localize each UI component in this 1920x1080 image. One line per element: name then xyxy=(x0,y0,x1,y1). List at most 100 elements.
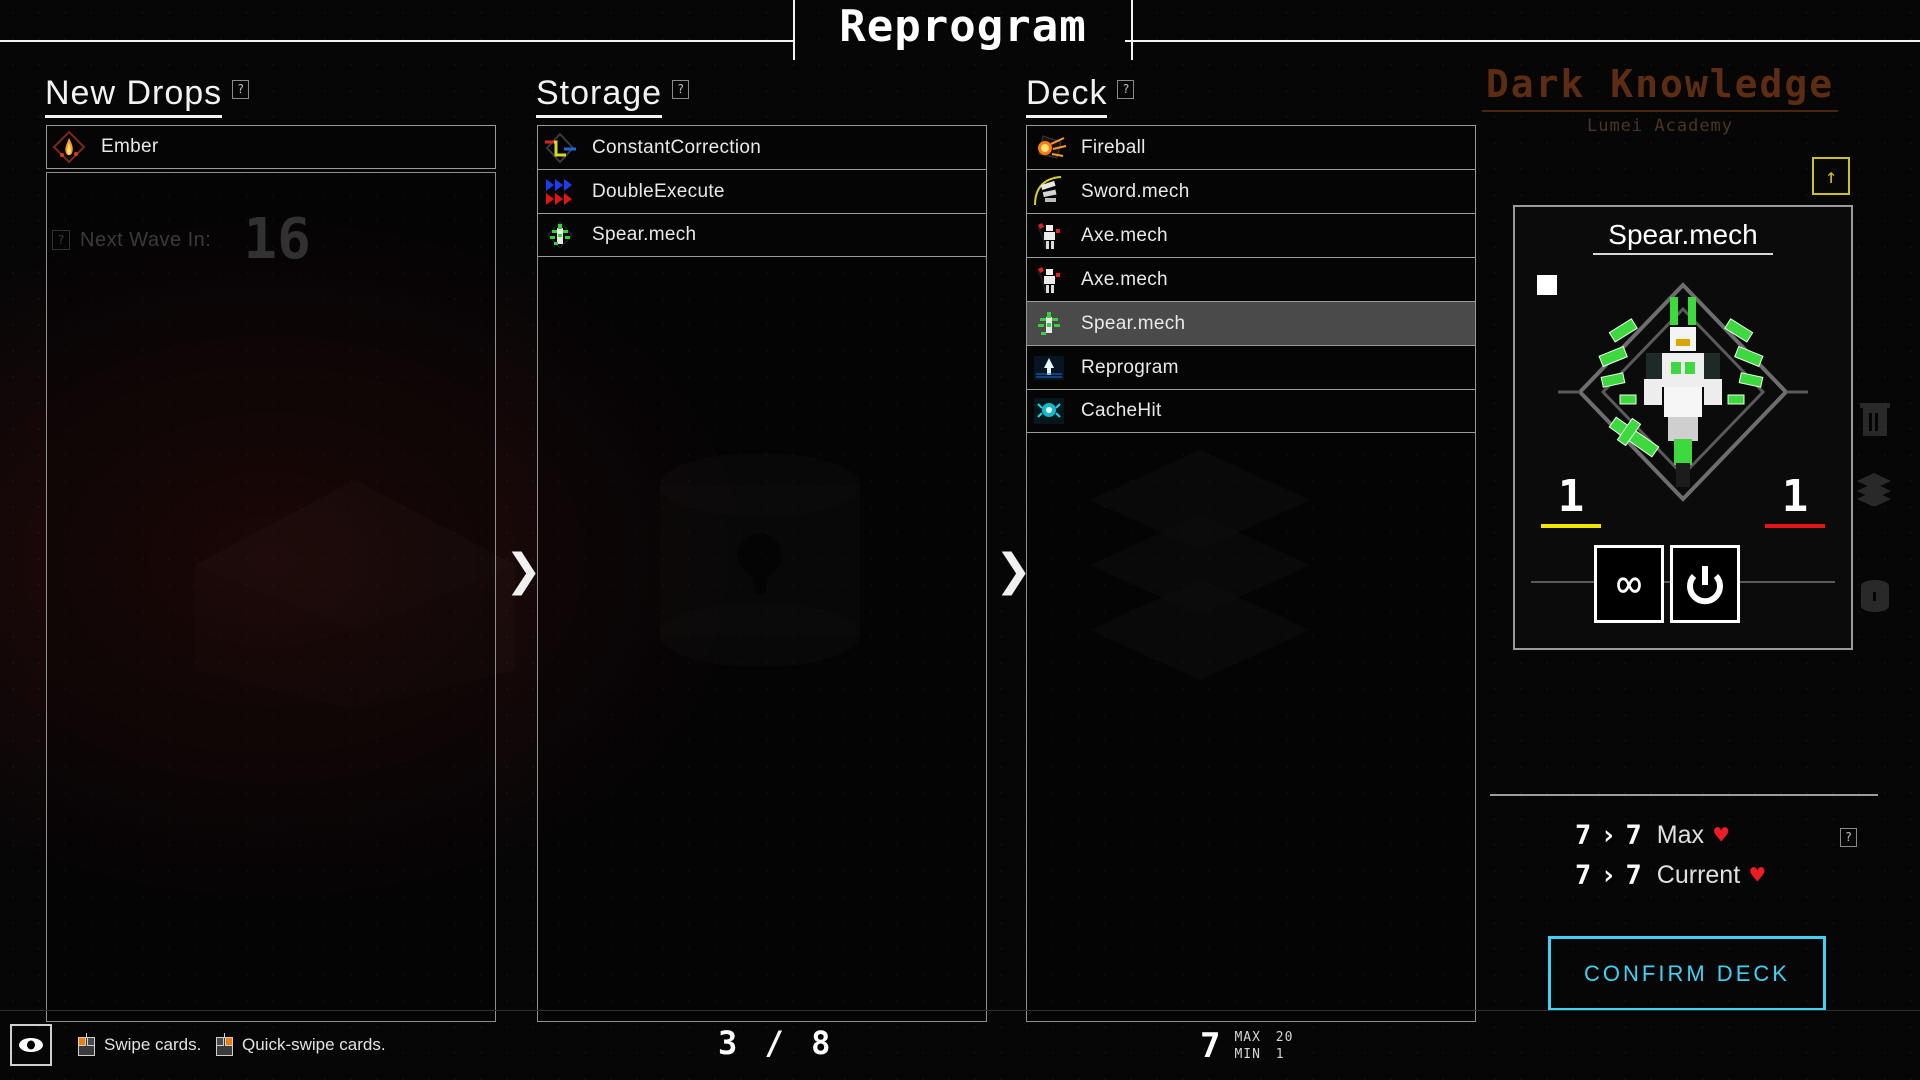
background-subtitle-text: Lumei Academy xyxy=(1586,116,1734,136)
list-item[interactable]: Axe.mech xyxy=(1026,213,1476,257)
card-stat-health: 1 xyxy=(1765,475,1825,528)
cachehit-icon xyxy=(1027,390,1071,432)
axe-mech-icon xyxy=(1027,215,1071,257)
upgrade-button[interactable]: ↑ xyxy=(1812,157,1850,195)
deck-header: Deck ? xyxy=(1026,74,1135,118)
hint-swipe-label: Swipe cards. xyxy=(104,1034,202,1054)
storage-header: Storage ? xyxy=(536,74,690,118)
max-health-to: 7 xyxy=(1625,819,1643,851)
current-health-arrow: › xyxy=(1600,859,1618,891)
card-name: Spear.mech xyxy=(1081,312,1186,334)
title-rule-left xyxy=(0,40,795,42)
infinity-icon[interactable]: ∞ xyxy=(1594,545,1664,623)
hint-swipe-cards: Swipe cards. xyxy=(78,1033,201,1056)
list-item[interactable]: Fireball xyxy=(1026,125,1476,169)
storage-panel xyxy=(537,172,987,1022)
list-item[interactable]: Sword.mech xyxy=(1026,169,1476,213)
deck-min-label: MIN xyxy=(1234,1047,1261,1062)
current-health-label: Current xyxy=(1656,860,1741,889)
max-health-arrow: › xyxy=(1600,819,1618,851)
eye-icon[interactable] xyxy=(10,1024,52,1066)
list-item[interactable]: Axe.mech xyxy=(1026,257,1476,301)
current-health-row: 7 › 7 Current ♥ xyxy=(1490,855,1890,895)
deck-layers-ghost-icon xyxy=(1857,473,1891,506)
bottom-bar-divider xyxy=(0,1010,1920,1011)
up-arrow-icon: ↑ xyxy=(1824,164,1838,188)
health-help-icon[interactable]: ? xyxy=(1840,828,1857,847)
max-health-row: 7 › 7 Max ♥ xyxy=(1490,815,1890,855)
hint-quick-swipe-cards: Quick-swipe cards. xyxy=(216,1033,386,1056)
max-health-label: Max xyxy=(1656,820,1705,849)
background-title-rule xyxy=(1482,110,1838,112)
infinity-glyph: ∞ xyxy=(1616,559,1642,608)
list-item[interactable]: Spear.mech xyxy=(537,213,987,257)
storage-count: 3 / 8 xyxy=(718,1024,835,1062)
power-glyph xyxy=(1687,566,1723,605)
reprogram-screen: Dark Knowledge Lumei Academy ? Next Wave… xyxy=(0,0,1920,1080)
deck-limits: MAX 20 MIN 1 xyxy=(1234,1029,1293,1063)
list-item-selected[interactable]: Spear.mech xyxy=(1026,301,1476,345)
heart-icon: ♥ xyxy=(1750,861,1765,889)
deck-min-value: 1 xyxy=(1275,1047,1285,1062)
page-title: Reprogram xyxy=(839,1,1087,52)
spear-mech-icon xyxy=(538,214,582,256)
mouse-left-click-icon xyxy=(78,1033,95,1056)
current-health-to: 7 xyxy=(1625,859,1643,891)
new-drops-list: Ember xyxy=(46,125,496,169)
list-item[interactable]: ConstantCorrection xyxy=(537,125,987,169)
current-health-from: 7 xyxy=(1575,859,1593,891)
card-stat-power-bar xyxy=(1541,524,1601,528)
fireball-icon xyxy=(1027,127,1071,169)
card-name: ConstantCorrection xyxy=(592,136,762,158)
confirm-deck-label: CONFIRM DECK xyxy=(1584,960,1790,986)
deck-max-label: MAX xyxy=(1234,1030,1261,1045)
card-detail-title: Spear.mech xyxy=(1608,219,1758,250)
card-name: Fireball xyxy=(1081,136,1146,158)
background-run-title: Dark Knowledge Lumei Academy xyxy=(1460,62,1860,136)
deck-list: Fireball Sword.mech Axe.mech Axe.mech Sp… xyxy=(1026,125,1476,433)
mouse-right-click-icon xyxy=(216,1033,233,1056)
title-bar: Reprogram xyxy=(0,0,1920,62)
axe-mech-icon xyxy=(1027,259,1071,301)
deck-help-icon[interactable]: ? xyxy=(1117,80,1135,99)
list-item[interactable]: CacheHit xyxy=(1026,389,1476,433)
card-name: DoubleExecute xyxy=(592,180,725,202)
list-item[interactable]: Reprogram xyxy=(1026,345,1476,389)
card-stat-power-value: 1 xyxy=(1557,471,1585,522)
bottom-bar: Swipe cards. Quick-swipe cards. 3 / 8 7 … xyxy=(0,1010,1920,1080)
power-icon[interactable] xyxy=(1670,545,1740,623)
card-detail-title-underline xyxy=(1593,253,1773,255)
confirm-deck-button[interactable]: CONFIRM DECK xyxy=(1548,936,1826,1011)
card-name: CacheHit xyxy=(1081,400,1162,421)
max-health-from: 7 xyxy=(1575,819,1593,851)
spear-mech-icon xyxy=(1027,303,1071,345)
list-item[interactable]: DoubleExecute xyxy=(537,169,987,213)
deck-count-group: 7 MAX 20 MIN 1 xyxy=(1200,1026,1293,1066)
storage-help-icon[interactable]: ? xyxy=(672,80,690,99)
card-name: Spear.mech xyxy=(592,224,697,245)
deck-max-value: 20 xyxy=(1275,1030,1294,1045)
deck-title: Deck xyxy=(1026,74,1108,118)
new-drops-title: New Drops xyxy=(45,74,223,118)
storage-can-ghost-icon xyxy=(1861,580,1889,612)
card-name: Axe.mech xyxy=(1081,268,1168,290)
sword-mech-icon xyxy=(1027,171,1071,213)
double-execute-icon xyxy=(538,171,582,213)
list-item[interactable]: Ember xyxy=(46,125,496,169)
new-drops-panel xyxy=(46,172,496,1022)
constant-correction-icon xyxy=(538,127,582,169)
card-stat-health-bar xyxy=(1765,524,1825,528)
card-detail-panel: Spear.mech 1 1 ∞ xyxy=(1513,205,1853,650)
health-panel-divider xyxy=(1490,794,1878,796)
new-drops-help-icon[interactable]: ? xyxy=(232,80,250,99)
card-name: Ember xyxy=(101,136,159,157)
card-name: Axe.mech xyxy=(1081,224,1168,246)
health-panel: 7 › 7 Max ♥ 7 › 7 Current ♥ xyxy=(1490,815,1890,895)
title-rule-right xyxy=(1125,40,1920,42)
card-name: Reprogram xyxy=(1081,356,1179,378)
card-stat-power: 1 xyxy=(1541,475,1601,528)
deck-count: 7 xyxy=(1200,1026,1221,1066)
trash-ghost-icon xyxy=(1860,403,1890,436)
ember-flame-icon xyxy=(47,126,91,168)
background-title-text: Dark Knowledge xyxy=(1485,62,1835,106)
